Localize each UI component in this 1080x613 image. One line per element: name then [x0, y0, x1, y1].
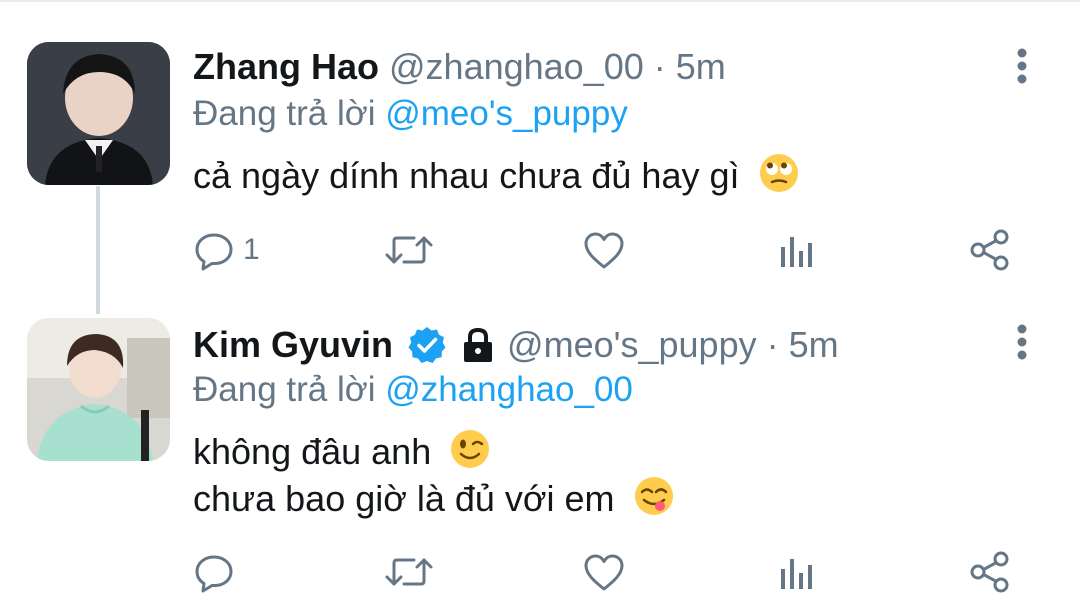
reply-icon [193, 551, 235, 593]
tweet-text-line-1: không đâu anh [193, 428, 675, 475]
reply-icon [193, 229, 235, 271]
winking-face-emoji [449, 428, 491, 470]
tweet-header: Kim Gyuvin @meo's_puppy · 5m [193, 322, 839, 368]
retweet-button[interactable] [383, 220, 435, 280]
reply-button[interactable] [193, 542, 243, 602]
replying-prefix: Đang trả lời [193, 94, 376, 133]
stats-icon [776, 229, 818, 271]
more-options-button[interactable] [1004, 44, 1040, 92]
share-icon [968, 228, 1012, 272]
user-handle[interactable]: @meo's_puppy [507, 322, 757, 368]
action-bar [0, 542, 1080, 602]
replying-to-mention[interactable]: @meo's_puppy [385, 94, 628, 133]
display-name[interactable]: Kim Gyuvin [193, 322, 393, 368]
verified-badge-icon [407, 325, 447, 365]
like-button[interactable] [582, 542, 626, 602]
tweet-text: cả ngày dính nhau chưa đủ hay gì [193, 152, 800, 199]
share-button[interactable] [968, 542, 1012, 602]
tweet-text-line: không đâu anh [193, 431, 432, 472]
reply-count: 1 [243, 233, 260, 266]
separator-dot: · [766, 324, 779, 365]
replying-prefix: Đang trả lời [193, 370, 376, 409]
lock-icon [459, 326, 497, 364]
tweet-header: Zhang Hao @zhanghao_00 · 5m [193, 44, 726, 90]
replying-to-mention[interactable]: @zhanghao_00 [385, 370, 633, 409]
heart-icon [582, 551, 626, 593]
stats-icon [776, 551, 818, 593]
reply-button[interactable]: 1 [193, 220, 260, 280]
share-icon [968, 550, 1012, 594]
tweet-text-line: chưa bao giờ là đủ với em [193, 478, 615, 519]
display-name[interactable]: Zhang Hao [193, 44, 379, 90]
replying-to-line: Đang trả lời @meo's_puppy [193, 92, 628, 136]
separator-dot: · [653, 46, 666, 87]
heart-icon [582, 229, 626, 271]
tweet-text-line-2: chưa bao giờ là đủ với em [193, 475, 675, 522]
tweet-text-line: cả ngày dính nhau chưa đủ hay gì [193, 155, 740, 196]
timestamp[interactable]: 5m [789, 322, 839, 368]
more-options-button[interactable] [1004, 320, 1040, 368]
action-bar: 1 [0, 220, 1080, 280]
avatar[interactable] [27, 42, 170, 185]
stats-button[interactable] [776, 542, 818, 602]
more-vertical-icon [1016, 324, 1028, 365]
retweet-button[interactable] [383, 542, 435, 602]
share-button[interactable] [968, 220, 1012, 280]
more-vertical-icon [1016, 48, 1028, 89]
tweet-text: không đâu anh chưa bao giờ là đủ với em [193, 428, 675, 522]
avatar[interactable] [27, 318, 170, 461]
face-savoring-food-emoji [633, 475, 675, 517]
replying-to-line: Đang trả lời @zhanghao_00 [193, 368, 633, 412]
timestamp[interactable]: 5m [676, 44, 726, 90]
retweet-icon [383, 229, 435, 271]
tweet[interactable]: Kim Gyuvin @meo's_puppy · 5m Đang trả lờ… [0, 300, 1080, 613]
stats-button[interactable] [776, 220, 818, 280]
face-with-rolling-eyes-emoji [758, 152, 800, 194]
like-button[interactable] [582, 220, 626, 280]
user-handle[interactable]: @zhanghao_00 [389, 44, 644, 90]
retweet-icon [383, 551, 435, 593]
tweet[interactable]: Zhang Hao @zhanghao_00 · 5m Đang trả lời… [0, 0, 1080, 300]
